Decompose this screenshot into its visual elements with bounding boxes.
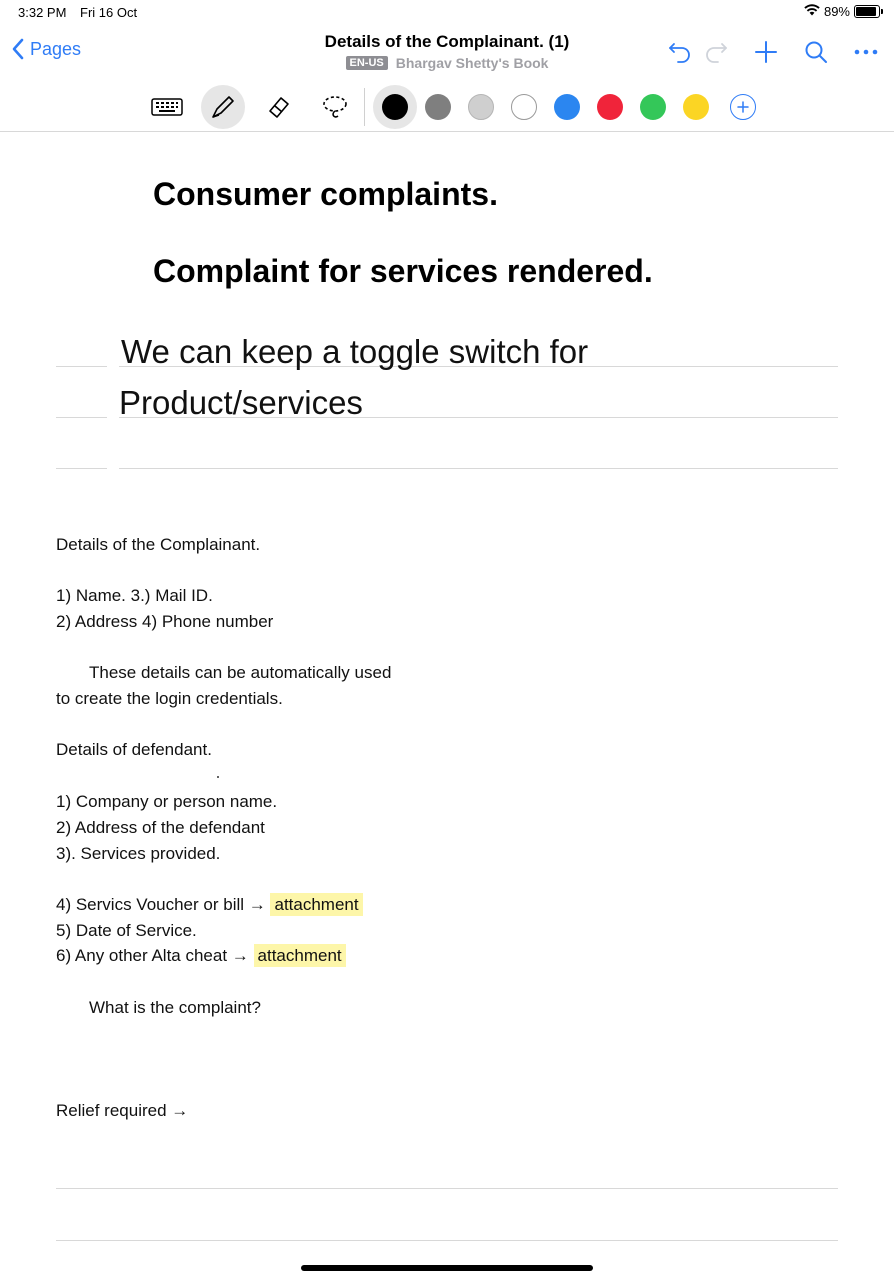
color-swatch-yellow[interactable]: [683, 94, 709, 120]
heading-complaint-services: Complaint for services rendered.: [153, 253, 653, 289]
add-color-button[interactable]: [730, 94, 756, 120]
search-button[interactable]: [802, 38, 830, 66]
drawing-toolbar: [0, 82, 894, 132]
keyboard-button[interactable]: [145, 85, 189, 129]
color-swatch-black[interactable]: [382, 94, 408, 120]
list-item: 3). Services provided.: [56, 844, 221, 863]
note-line-1: These details can be automatically used: [89, 663, 392, 682]
color-swatch-light-gray[interactable]: [468, 94, 494, 120]
battery-icon: [854, 5, 883, 18]
toolbar-divider: [364, 88, 365, 126]
lasso-icon: [323, 96, 347, 118]
pen-tool-button[interactable]: [201, 85, 245, 129]
handwriting-line-1[interactable]: We can keep a toggle switch for: [121, 333, 588, 371]
eraser-tool-button[interactable]: [257, 85, 301, 129]
ruled-line: [56, 366, 107, 367]
complainant-title: Details of the Complainant.: [56, 535, 261, 554]
add-icon: [755, 41, 777, 63]
home-indicator[interactable]: [301, 1265, 593, 1271]
handwriting-line-2[interactable]: Product/services: [119, 384, 363, 422]
status-time: 3:32 PM: [18, 5, 67, 20]
redo-icon: [706, 43, 727, 63]
item-4-text: 4) Servics Voucher or bill →: [56, 895, 266, 914]
defendant-title: Details of defendant.: [56, 740, 212, 759]
attachment-highlight[interactable]: attachment: [270, 893, 363, 916]
ruled-line: [56, 468, 107, 469]
list-item: 2) Address of the defendant: [56, 818, 265, 837]
stray-dot: [217, 776, 219, 778]
nav-actions: [666, 38, 880, 66]
heading-consumer-complaints: Consumer complaints.: [153, 176, 498, 212]
color-swatch-red[interactable]: [597, 94, 623, 120]
list-item: 2) Address 4) Phone number: [56, 612, 274, 631]
item-6-text: 6) Any other Alta cheat →: [56, 946, 249, 965]
ruled-line: [56, 1240, 838, 1241]
more-button[interactable]: [852, 38, 880, 66]
language-badge[interactable]: EN-US: [345, 56, 388, 70]
nav-bar: Pages Details of the Complainant. (1) EN…: [0, 26, 894, 82]
ruled-line: [119, 468, 838, 469]
redo-button[interactable]: [702, 38, 730, 66]
attachment-highlight[interactable]: attachment: [253, 944, 346, 967]
search-icon: [805, 41, 827, 63]
list-item: 5) Date of Service.: [56, 921, 197, 940]
list-item: 1) Company or person name.: [56, 792, 278, 811]
eraser-icon: [269, 97, 289, 118]
undo-button[interactable]: [666, 38, 694, 66]
note-page[interactable]: Consumer complaints. Complaint for servi…: [0, 133, 894, 1280]
color-swatch-green[interactable]: [640, 94, 666, 120]
list-item: 4) Servics Voucher or bill → attachment: [56, 893, 363, 916]
status-bar: 3:32 PM Fri 16 Oct 89%: [0, 0, 894, 26]
relief-required: Relief required →: [56, 1101, 189, 1120]
plus-icon: [737, 101, 749, 113]
wifi-icon: [804, 4, 820, 19]
note-line-2: to create the login credentials.: [56, 689, 283, 708]
notebook-name[interactable]: Bhargav Shetty's Book: [396, 55, 549, 71]
keyboard-icon: [151, 98, 183, 116]
ruled-line: [56, 417, 107, 418]
color-swatch-white[interactable]: [511, 94, 537, 120]
list-item: 6) Any other Alta cheat → attachment: [56, 944, 346, 967]
status-date: Fri 16 Oct: [80, 5, 138, 20]
battery-percent: 89%: [823, 4, 850, 19]
color-swatch-blue[interactable]: [554, 94, 580, 120]
pen-icon: [212, 96, 234, 118]
more-icon: [854, 49, 878, 55]
ruled-line: [56, 1188, 838, 1189]
color-swatch-gray[interactable]: [425, 94, 451, 120]
complaint-question: What is the complaint?: [89, 998, 261, 1017]
add-page-button[interactable]: [752, 38, 780, 66]
list-item: 1) Name. 3.) Mail ID.: [56, 586, 213, 605]
lasso-tool-button[interactable]: [313, 85, 357, 129]
undo-icon: [669, 43, 690, 63]
status-right: 89%: [804, 4, 883, 19]
